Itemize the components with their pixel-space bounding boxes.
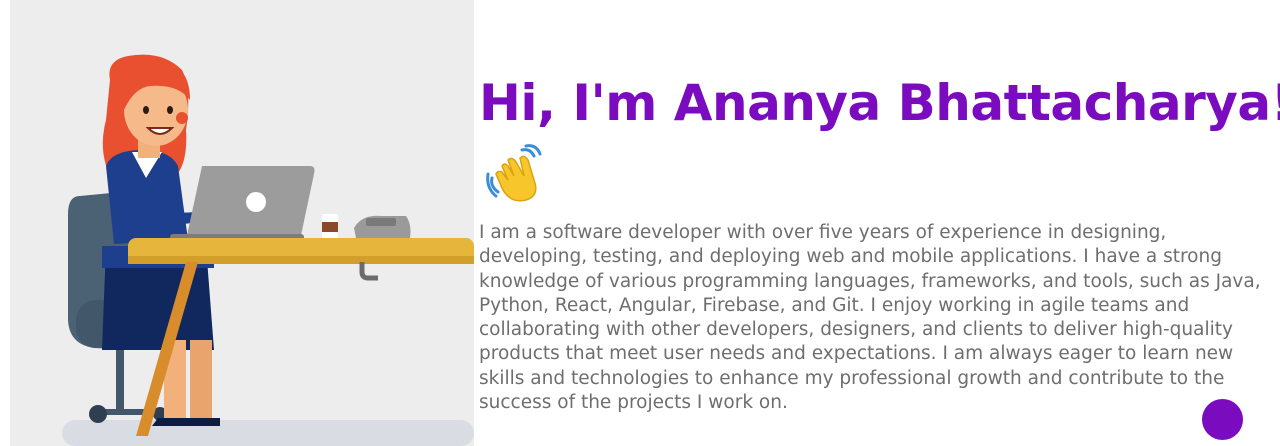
waving-hand-icon (486, 142, 550, 206)
page-title: Hi, I'm Ananya Bhattacharya! (479, 74, 1280, 132)
page: Hi, I'm Ananya Bhattacharya! I am a soft… (0, 0, 1280, 446)
floating-action-button[interactable] (1202, 399, 1243, 440)
bio-paragraph: I am a software developer with over five… (479, 222, 1261, 414)
developer-illustration (10, 0, 474, 446)
